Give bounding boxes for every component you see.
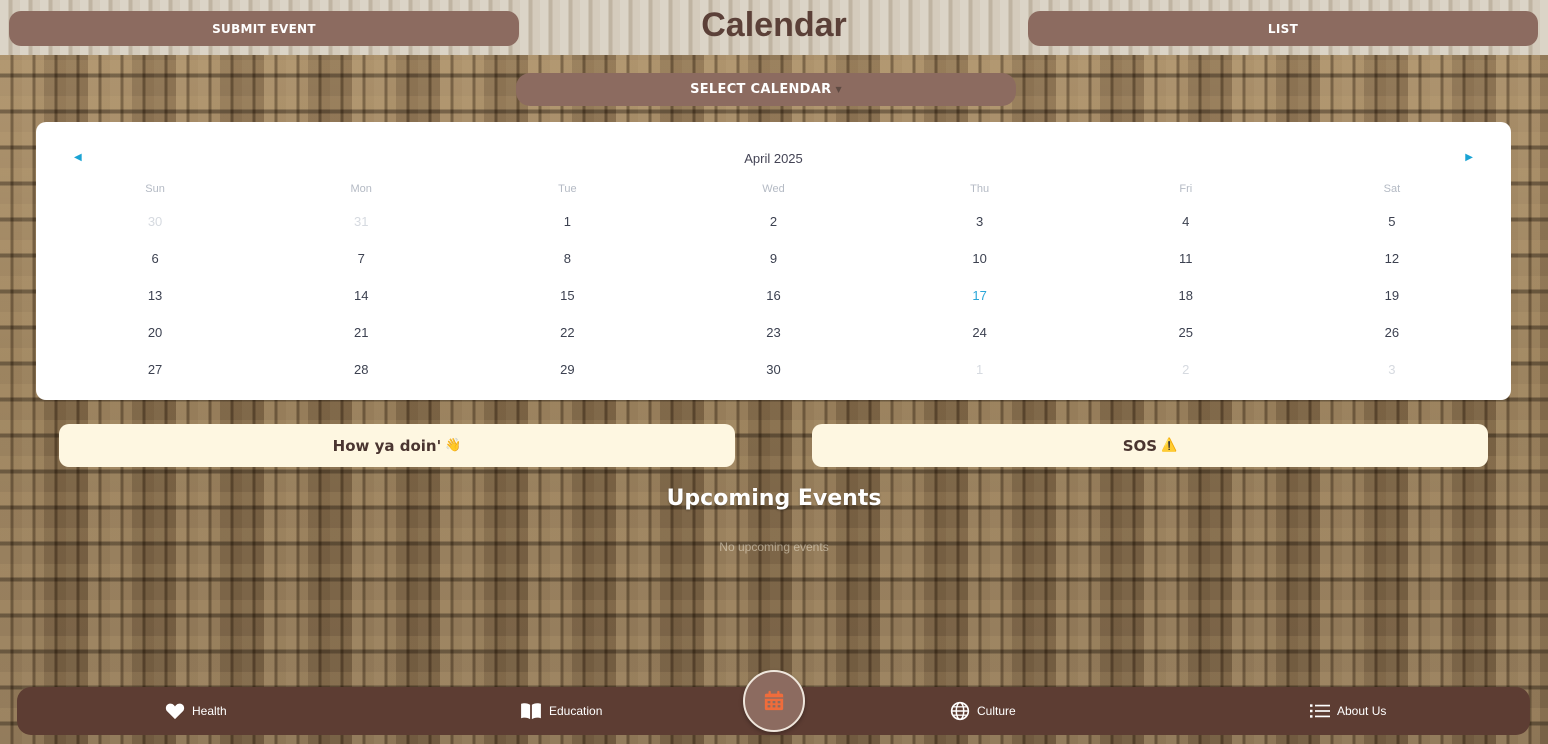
week-row: 6 7 8 9 10 11 12 xyxy=(52,251,1495,266)
day-cell[interactable]: 14 xyxy=(258,288,464,303)
nav-label: Culture xyxy=(977,704,1016,718)
nav-item-health[interactable]: Health xyxy=(165,687,227,735)
day-cell-today[interactable]: 17 xyxy=(877,288,1083,303)
select-calendar-button[interactable]: SELECT CALENDAR ▼ xyxy=(516,73,1016,106)
week-row: 13 14 15 16 17 18 19 xyxy=(52,288,1495,303)
week-row: 27 28 29 30 1 2 3 xyxy=(52,362,1495,377)
book-icon xyxy=(521,703,541,720)
chevron-down-icon: ▼ xyxy=(835,85,842,94)
heart-icon xyxy=(165,703,185,720)
weekday-label: Sun xyxy=(145,183,165,195)
day-cell[interactable]: 31 xyxy=(258,214,464,229)
day-cell[interactable]: 30 xyxy=(670,362,876,377)
day-cell[interactable]: 3 xyxy=(877,214,1083,229)
list-icon xyxy=(1310,704,1330,718)
day-cell[interactable]: 12 xyxy=(1289,251,1495,266)
month-label: April 2025 xyxy=(744,151,803,166)
nav-item-about-us[interactable]: About Us xyxy=(1310,687,1386,735)
weekday-label: Thu xyxy=(970,183,990,195)
weekday-label: Wed xyxy=(762,183,785,195)
day-cell[interactable]: 19 xyxy=(1289,288,1495,303)
nav-item-education[interactable]: Education xyxy=(520,687,602,735)
day-cell[interactable]: 25 xyxy=(1083,325,1289,340)
day-cell[interactable]: 2 xyxy=(670,214,876,229)
weekday-label: Fri xyxy=(1179,183,1193,195)
weekday-header-row: Sun Mon Tue Wed Thu Fri Sat xyxy=(52,183,1495,195)
calendar-icon xyxy=(764,690,784,711)
next-month-icon[interactable]: ▶ xyxy=(1465,152,1473,163)
calendar-widget: ◀ April 2025 ▶ Sun Mon Tue Wed Thu Fri S… xyxy=(36,122,1511,400)
upcoming-events-title: Upcoming Events xyxy=(666,486,882,511)
day-cell[interactable]: 7 xyxy=(258,251,464,266)
day-cell[interactable]: 18 xyxy=(1083,288,1289,303)
weekday-label: Tue xyxy=(558,183,577,195)
sos-label: SOS xyxy=(1122,436,1158,455)
week-row: 20 21 22 23 24 25 26 xyxy=(52,325,1495,340)
day-cell[interactable]: 20 xyxy=(52,325,258,340)
weekday-label: Sat xyxy=(1383,183,1401,195)
select-calendar-label: SELECT CALENDAR xyxy=(690,82,832,97)
calendar-home-button[interactable] xyxy=(743,670,805,732)
day-cell[interactable]: 1 xyxy=(464,214,670,229)
day-cell[interactable]: 2 xyxy=(1083,362,1289,377)
sos-button[interactable]: SOS ⚠️ xyxy=(812,424,1488,467)
nav-label: About Us xyxy=(1337,704,1387,718)
day-cell[interactable]: 23 xyxy=(670,325,876,340)
day-cell[interactable]: 24 xyxy=(877,325,1083,340)
warning-icon: ⚠️ xyxy=(1161,438,1178,453)
day-cell[interactable]: 27 xyxy=(52,362,258,377)
day-cell[interactable]: 8 xyxy=(464,251,670,266)
how-ya-doin-button[interactable]: How ya doin' 👋 xyxy=(59,424,735,467)
day-cell[interactable]: 4 xyxy=(1083,214,1289,229)
day-cell[interactable]: 5 xyxy=(1289,214,1495,229)
waving-hand-icon: 👋 xyxy=(445,438,462,453)
list-button[interactable]: LIST xyxy=(1028,11,1538,46)
day-cell[interactable]: 13 xyxy=(52,288,258,303)
day-cell[interactable]: 16 xyxy=(670,288,876,303)
day-cell[interactable]: 9 xyxy=(670,251,876,266)
day-cell[interactable]: 30 xyxy=(52,214,258,229)
day-cell[interactable]: 29 xyxy=(464,362,670,377)
day-cell[interactable]: 10 xyxy=(877,251,1083,266)
day-cell[interactable]: 21 xyxy=(258,325,464,340)
nav-label: Education xyxy=(549,704,603,718)
day-cell[interactable]: 22 xyxy=(464,325,670,340)
weekday-label: Mon xyxy=(350,183,372,195)
day-cell[interactable]: 15 xyxy=(464,288,670,303)
nav-label: Health xyxy=(192,704,227,718)
globe-icon xyxy=(950,701,970,721)
day-cell[interactable]: 3 xyxy=(1289,362,1495,377)
day-cell[interactable]: 6 xyxy=(52,251,258,266)
day-cell[interactable]: 11 xyxy=(1083,251,1289,266)
day-cell[interactable]: 26 xyxy=(1289,325,1495,340)
day-cell[interactable]: 1 xyxy=(877,362,1083,377)
how-ya-doin-label: How ya doin' xyxy=(332,436,442,455)
nav-item-culture[interactable]: Culture xyxy=(950,687,1016,735)
week-row: 30 31 1 2 3 4 5 xyxy=(52,214,1495,229)
day-cell[interactable]: 28 xyxy=(258,362,464,377)
no-events-message: No upcoming events xyxy=(719,540,829,554)
